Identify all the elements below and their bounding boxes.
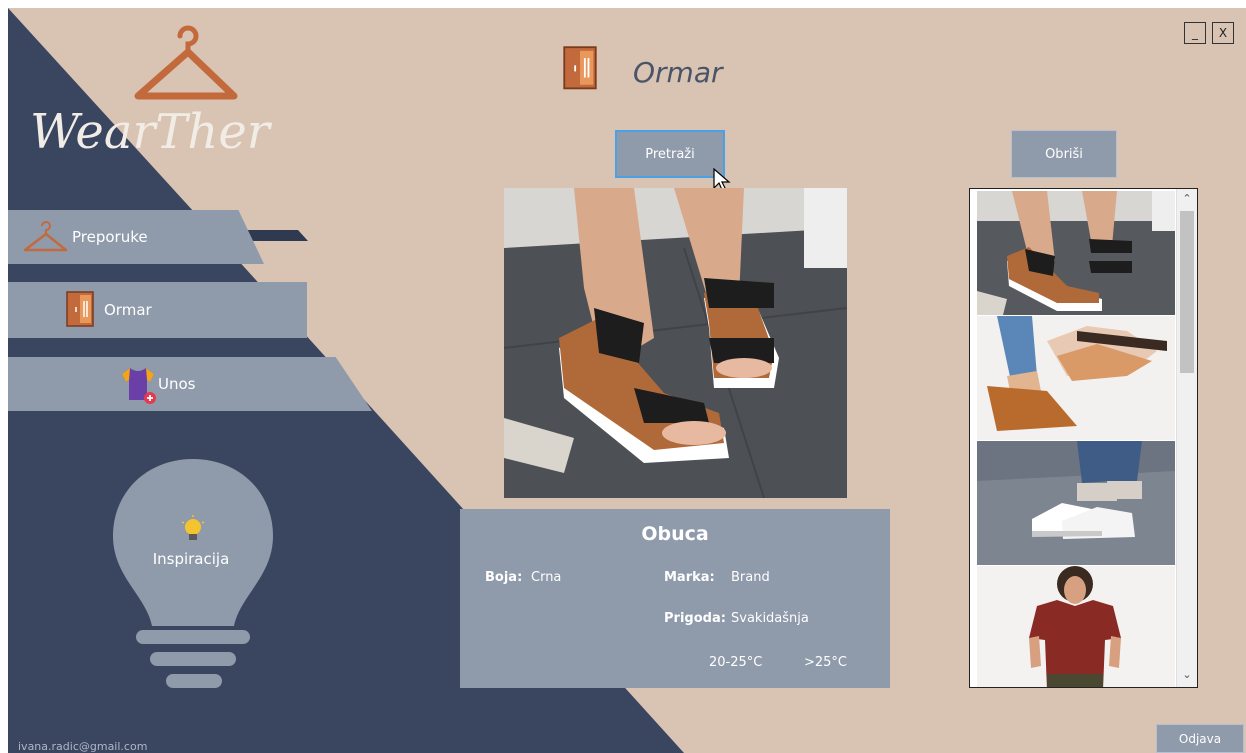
logout-button[interactable]: Odjava <box>1156 724 1244 753</box>
sandals-tan-image <box>977 316 1175 440</box>
thumbnail-item[interactable] <box>977 191 1175 315</box>
app-logo-text: WearTher <box>30 104 270 160</box>
selected-item-image <box>504 188 847 498</box>
small-bulb-icon <box>181 515 205 540</box>
user-email: ivana.radic@gmail.com <box>18 740 148 753</box>
wardrobe-icon <box>563 46 597 90</box>
sidebar-item-label: Preporuke <box>72 228 148 246</box>
app-window: _ X WearTher Preporuke Ormar Unos Inspir… <box>8 8 1246 753</box>
sandals-black-image <box>977 191 1175 315</box>
sidebar-item-unos[interactable]: Unos <box>8 357 372 411</box>
sidebar-item-label: Ormar <box>104 301 152 319</box>
item-info-panel: Obuca Boja: Crna Marka: Brand Prigoda: S… <box>460 509 890 688</box>
search-button[interactable]: Pretraži <box>615 130 725 178</box>
close-button[interactable]: X <box>1212 22 1234 44</box>
hanger-logo-icon <box>134 25 238 100</box>
inspiration-label: Inspiracija <box>152 550 230 568</box>
scroll-down-icon[interactable]: ⌄ <box>1179 667 1195 683</box>
inspiration-button[interactable]: Inspiracija <box>108 456 278 696</box>
occasion-value: Svakidašnja <box>731 611 809 626</box>
hanger-icon <box>23 221 68 252</box>
occasion-label: Prigoda: <box>664 611 726 626</box>
temperature-range-1: 20-25°C <box>709 655 763 670</box>
light-bulb-graphic <box>113 459 273 688</box>
thumbnail-item[interactable] <box>977 566 1175 687</box>
wardrobe-thumbnail-list[interactable]: ⌃ ⌄ <box>969 188 1198 688</box>
sidebar-item-preporuke[interactable]: Preporuke <box>8 210 264 264</box>
vertical-scrollbar[interactable]: ⌃ ⌄ <box>1176 189 1197 687</box>
sidebar-item-label: Unos <box>158 375 196 393</box>
scroll-up-icon[interactable]: ⌃ <box>1179 191 1195 207</box>
wardrobe-icon <box>66 291 94 327</box>
item-name: Obuca <box>641 523 709 545</box>
scrollbar-thumb[interactable] <box>1180 211 1194 373</box>
thumbnail-item[interactable] <box>977 441 1175 565</box>
thumbnail-item[interactable] <box>977 316 1175 440</box>
minimize-button[interactable]: _ <box>1184 22 1206 44</box>
sneakers-white-image <box>977 441 1175 565</box>
shirt-add-icon <box>122 368 156 404</box>
delete-button[interactable]: Obriši <box>1011 130 1117 178</box>
red-tshirt-image <box>977 566 1175 687</box>
brand-label: Marka: <box>664 570 715 585</box>
page-title: Ormar <box>633 56 723 89</box>
sidebar-item-ormar[interactable]: Ormar <box>8 282 307 338</box>
color-value: Crna <box>531 570 562 585</box>
temperature-range-2: >25°C <box>804 655 848 670</box>
brand-value: Brand <box>731 570 770 585</box>
color-label: Boja: <box>485 570 523 585</box>
